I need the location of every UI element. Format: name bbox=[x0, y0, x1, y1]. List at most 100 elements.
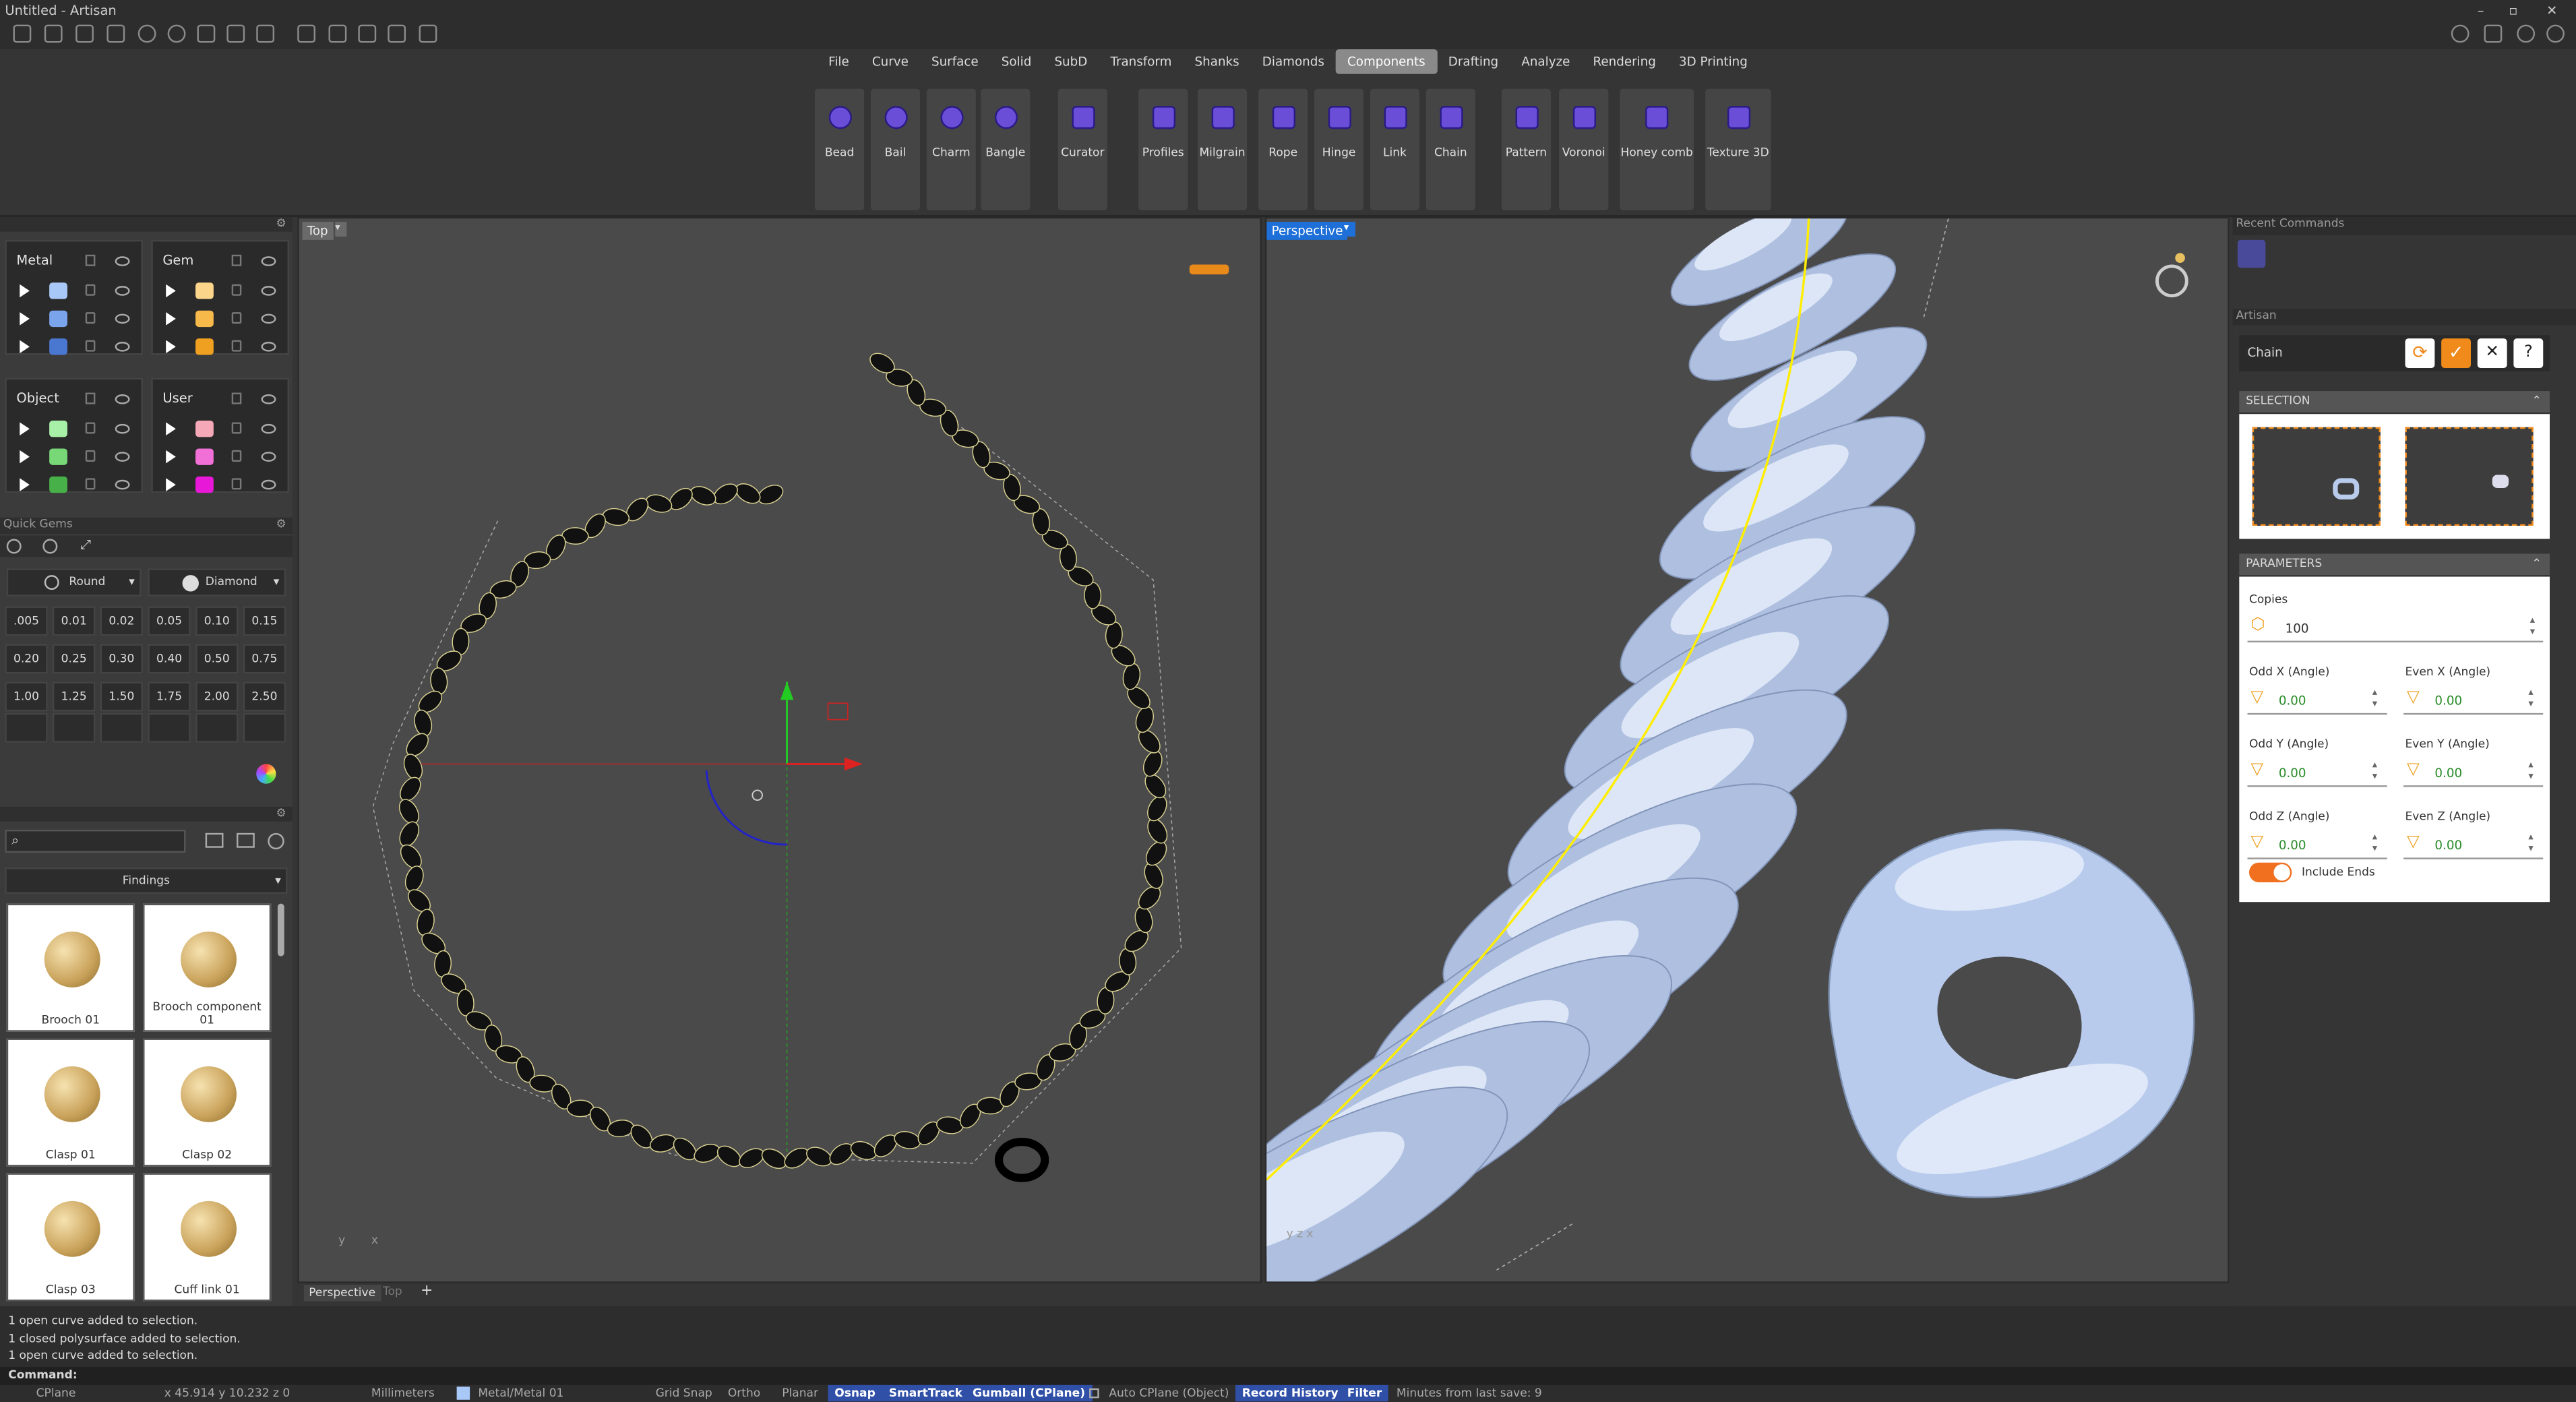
undo-icon[interactable] bbox=[137, 24, 156, 43]
gem-shape-dropdown[interactable]: Round ▾ bbox=[6, 568, 142, 597]
eye-icon[interactable] bbox=[261, 479, 276, 490]
layer-color-swatch[interactable] bbox=[49, 282, 67, 299]
layer-color-swatch[interactable] bbox=[195, 448, 214, 465]
layer-row[interactable] bbox=[20, 337, 138, 357]
cut-round-icon[interactable] bbox=[5, 712, 48, 743]
eye-icon[interactable] bbox=[261, 286, 276, 296]
auto-cplane-toggle[interactable]: Auto CPlane (Object) bbox=[1109, 1386, 1229, 1400]
move-tool-icon[interactable] bbox=[297, 24, 315, 43]
ribbon-tab-analyze[interactable]: Analyze bbox=[1510, 49, 1581, 74]
expand-arrow-icon[interactable] bbox=[166, 478, 176, 491]
layer-group-gem[interactable]: Gem bbox=[151, 239, 289, 357]
layer-group-object[interactable]: Object bbox=[5, 377, 144, 493]
expand-arrow-icon[interactable] bbox=[166, 340, 176, 354]
param-field[interactable]: ▽ 0.00 ▴ ▾ bbox=[2247, 758, 2387, 787]
eye-icon[interactable] bbox=[115, 313, 130, 324]
library-scrollbar[interactable] bbox=[277, 903, 284, 956]
voronoi-button[interactable]: Voronoi bbox=[1559, 88, 1609, 210]
gem-size-button[interactable]: 1.50 bbox=[100, 681, 144, 712]
arrange-tool-icon[interactable] bbox=[388, 24, 406, 43]
layer-row[interactable] bbox=[20, 309, 138, 328]
bangle-button[interactable]: Bangle bbox=[981, 88, 1031, 210]
ortho-toggle[interactable]: Ortho bbox=[728, 1386, 760, 1400]
lock-icon[interactable] bbox=[231, 312, 242, 324]
param-field[interactable]: ▽ 0.00 ▴ ▾ bbox=[2403, 685, 2544, 715]
connect-tool-icon[interactable] bbox=[358, 24, 377, 43]
chain-button[interactable]: Chain bbox=[1425, 88, 1475, 210]
gem-size-button[interactable]: 1.25 bbox=[53, 681, 96, 712]
lock-icon[interactable] bbox=[85, 254, 96, 266]
osnap-toggle[interactable]: Osnap bbox=[828, 1384, 882, 1402]
gem-size-button[interactable]: 1.75 bbox=[148, 681, 191, 712]
stepper-icon[interactable]: ▴ ▾ bbox=[2372, 831, 2377, 854]
lock-icon[interactable] bbox=[231, 422, 242, 434]
param-field[interactable]: ▽ 0.00 ▴ ▾ bbox=[2403, 758, 2544, 787]
copies-field[interactable]: ⬡ 100 ▴ ▾ bbox=[2247, 613, 2544, 643]
lock-icon[interactable] bbox=[85, 312, 96, 324]
layer-color-swatch[interactable] bbox=[49, 421, 67, 437]
gem-size-button[interactable]: 0.25 bbox=[53, 644, 96, 674]
expand-arrow-icon[interactable] bbox=[20, 422, 30, 435]
milgrain-button[interactable]: Milgrain bbox=[1197, 88, 1248, 210]
new-file-icon[interactable] bbox=[13, 24, 32, 43]
expand-arrow-icon[interactable] bbox=[20, 450, 30, 464]
layer-row[interactable] bbox=[166, 309, 284, 328]
gem-size-button[interactable]: 2.00 bbox=[195, 681, 239, 712]
eye-icon[interactable] bbox=[261, 394, 276, 404]
expand-arrow-icon[interactable] bbox=[166, 422, 176, 435]
library-item[interactable]: Clasp 03 bbox=[6, 1173, 135, 1302]
layer-row[interactable] bbox=[166, 475, 284, 494]
link-button[interactable]: Link bbox=[1370, 88, 1419, 210]
expand-arrow-icon[interactable] bbox=[20, 478, 30, 491]
gem-size-button[interactable]: 0.05 bbox=[148, 606, 191, 636]
stepper-icon[interactable]: ▴ ▾ bbox=[2528, 687, 2533, 710]
lock-icon[interactable] bbox=[231, 340, 242, 352]
confirm-button[interactable]: ✓ bbox=[2441, 338, 2471, 368]
layer-color-swatch[interactable] bbox=[195, 476, 214, 493]
lock-icon[interactable] bbox=[231, 254, 242, 266]
shape-tool-icon[interactable] bbox=[328, 24, 347, 43]
bead-button[interactable]: Bead bbox=[815, 88, 865, 210]
target-icon[interactable] bbox=[42, 539, 58, 554]
settings-icon[interactable] bbox=[2546, 24, 2565, 43]
maximize-icon[interactable]: ▫ bbox=[2509, 0, 2517, 22]
eye-icon[interactable] bbox=[261, 342, 276, 352]
expand-arrow-icon[interactable] bbox=[166, 312, 176, 326]
layer-row[interactable] bbox=[166, 419, 284, 439]
layer-color-swatch[interactable] bbox=[49, 476, 67, 493]
export-icon[interactable] bbox=[256, 24, 275, 43]
stepper-icon[interactable]: ▴ ▾ bbox=[2372, 687, 2377, 710]
viewport-tab-top[interactable]: Top bbox=[383, 1285, 402, 1298]
library-search-input[interactable]: ⌕ bbox=[5, 829, 186, 853]
ribbon-tab-surface[interactable]: Surface bbox=[920, 49, 990, 74]
add-folder-icon[interactable] bbox=[205, 832, 224, 848]
layer-row[interactable] bbox=[166, 337, 284, 357]
eye-icon[interactable] bbox=[115, 342, 130, 352]
ribbon-tab-solid[interactable]: Solid bbox=[990, 49, 1043, 74]
ribbon-tab-transform[interactable]: Transform bbox=[1099, 49, 1183, 74]
save-as-icon[interactable] bbox=[226, 24, 245, 43]
layer-color-swatch[interactable] bbox=[195, 310, 214, 328]
auto-cplane-checkbox[interactable] bbox=[1089, 1388, 1099, 1399]
help-button[interactable]: ? bbox=[2513, 338, 2544, 368]
grid-snap-toggle[interactable]: Grid Snap bbox=[656, 1386, 712, 1400]
info-icon[interactable] bbox=[2451, 24, 2470, 43]
network-tool-icon[interactable] bbox=[419, 24, 437, 43]
stepper-icon[interactable]: ▴ ▾ bbox=[2528, 831, 2533, 854]
selection-slot-object[interactable] bbox=[2252, 427, 2381, 526]
redo-icon[interactable] bbox=[167, 24, 186, 43]
folder-icon[interactable] bbox=[106, 24, 125, 43]
include-ends-toggle[interactable] bbox=[2248, 862, 2292, 882]
stepper-icon[interactable]: ▴ ▾ bbox=[2372, 759, 2377, 782]
units-label[interactable]: Millimeters bbox=[371, 1386, 435, 1400]
cut-pear-icon[interactable] bbox=[195, 712, 239, 743]
layer-row[interactable] bbox=[20, 281, 138, 301]
stepper-icon[interactable]: ▴ ▾ bbox=[2530, 615, 2535, 638]
param-field[interactable]: ▽ 0.00 ▴ ▾ bbox=[2247, 830, 2387, 859]
texture-3d-button[interactable]: Texture 3D bbox=[1705, 88, 1771, 210]
gem-size-button[interactable]: 0.30 bbox=[100, 644, 144, 674]
lock-icon[interactable] bbox=[231, 450, 242, 462]
library-item[interactable]: Brooch 01 bbox=[6, 903, 135, 1032]
lock-icon[interactable] bbox=[231, 284, 242, 296]
gem-size-button[interactable]: 2.50 bbox=[243, 681, 286, 712]
